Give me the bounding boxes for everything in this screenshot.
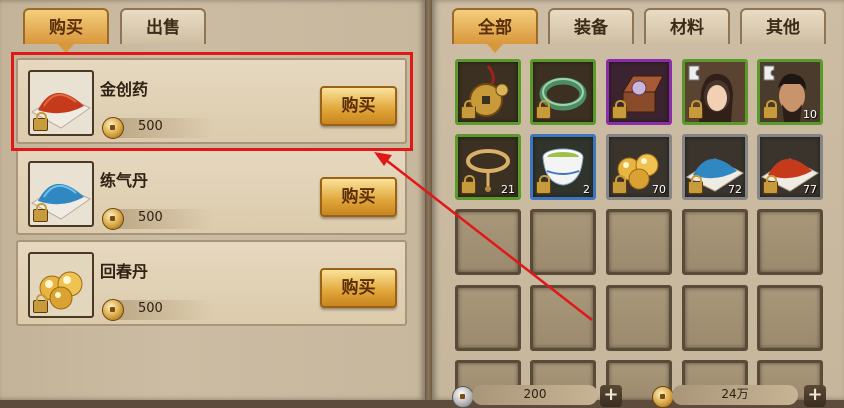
tab-equipment[interactable]: 装备 — [548, 8, 634, 44]
item-count: 2 — [583, 183, 590, 196]
empty-slot[interactable] — [682, 285, 748, 351]
item-count: 10 — [803, 108, 817, 121]
inventory-slot[interactable]: 77 — [757, 134, 823, 200]
lock-icon — [33, 294, 48, 313]
tab-other[interactable]: 其他 — [740, 8, 826, 44]
item-count: 70 — [652, 183, 666, 196]
item-price: 500 — [138, 210, 163, 225]
buy-button[interactable]: 购买 — [320, 268, 397, 308]
highlight-box — [11, 52, 413, 151]
item-name: 练气丹 — [100, 171, 149, 190]
tab-materials[interactable]: 材料 — [644, 8, 730, 44]
tab-buy[interactable]: 购买 — [23, 8, 109, 53]
inventory-slot[interactable] — [682, 59, 748, 125]
lock-icon — [536, 175, 551, 194]
empty-slot[interactable] — [530, 209, 596, 275]
empty-slot[interactable] — [757, 209, 823, 275]
empty-slot[interactable] — [455, 209, 521, 275]
tab-sell[interactable]: 出售 — [120, 8, 206, 44]
inventory-slot[interactable]: 21 — [455, 134, 521, 200]
item-count: 77 — [803, 183, 817, 196]
add-gold-button[interactable]: + — [804, 385, 826, 407]
shop-item[interactable]: 练气丹 500 购买 — [16, 149, 407, 235]
empty-slot[interactable] — [757, 285, 823, 351]
silver-amount: 200 — [472, 385, 598, 405]
lock-icon — [688, 175, 703, 194]
empty-slot[interactable] — [606, 209, 672, 275]
gold-coin-icon — [652, 386, 674, 408]
empty-slot[interactable] — [455, 285, 521, 351]
lock-icon — [688, 100, 703, 119]
lock-icon — [461, 175, 476, 194]
gold-amount: 24万 — [672, 385, 798, 405]
buy-button[interactable]: 购买 — [320, 177, 397, 217]
gold-pills-icon — [28, 252, 94, 318]
coin-icon — [102, 208, 124, 230]
empty-slot[interactable] — [682, 209, 748, 275]
item-count: 21 — [501, 183, 515, 196]
inventory-slot[interactable] — [530, 59, 596, 125]
item-price: 500 — [138, 301, 163, 316]
tab-all[interactable]: 全部 — [452, 8, 538, 53]
lock-icon — [461, 100, 476, 119]
inventory-slot[interactable]: 10 — [757, 59, 823, 125]
inventory-slot[interactable]: 2 — [530, 134, 596, 200]
lock-icon — [612, 175, 627, 194]
panel-divider — [425, 0, 432, 400]
item-count: 72 — [728, 183, 742, 196]
silver-coin-icon — [452, 386, 474, 408]
blue-powder-icon — [28, 161, 94, 227]
item-name: 回春丹 — [100, 262, 149, 281]
empty-slot[interactable] — [606, 285, 672, 351]
inventory-slot[interactable] — [606, 59, 672, 125]
lock-icon — [536, 100, 551, 119]
empty-slot[interactable] — [530, 285, 596, 351]
inventory-slot[interactable]: 72 — [682, 134, 748, 200]
lock-icon — [612, 100, 627, 119]
shop-item[interactable]: 回春丹 500 购买 — [16, 240, 407, 326]
lock-icon — [763, 100, 778, 119]
coin-icon — [102, 299, 124, 321]
inventory-slot[interactable] — [455, 59, 521, 125]
add-silver-button[interactable]: + — [600, 385, 622, 407]
lock-icon — [763, 175, 778, 194]
lock-icon — [33, 203, 48, 222]
inventory-slot[interactable]: 70 — [606, 134, 672, 200]
